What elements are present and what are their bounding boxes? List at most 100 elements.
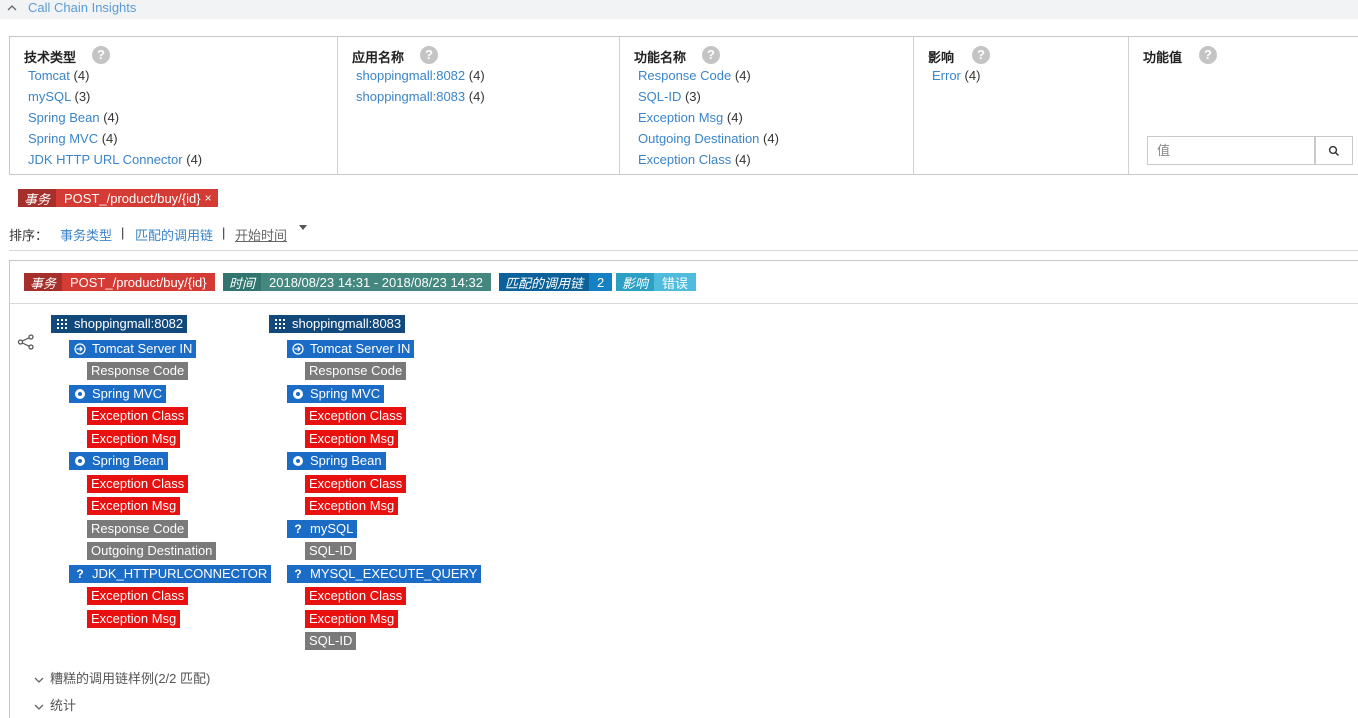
help-icon[interactable]: ? <box>702 46 720 64</box>
panel-title[interactable]: Call Chain Insights <box>28 0 136 15</box>
component-node[interactable]: Tomcat Server IN <box>69 340 197 358</box>
error-node[interactable]: Exception Msg <box>305 610 399 628</box>
topology-icon[interactable] <box>17 334 35 350</box>
chip-value: POST_/product/buy/{id} <box>62 273 215 291</box>
chip-value: POST_/product/buy/{id} <box>56 189 205 207</box>
facet-item[interactable]: shoppingmall:8082 (4) <box>356 67 485 84</box>
attribute-node[interactable]: Response Code <box>305 362 407 380</box>
attribute-node[interactable]: Response Code <box>87 520 189 538</box>
section-bad-chain-samples[interactable]: 糟糕的调用链样例(2/2 匹配) <box>33 668 210 687</box>
component-node[interactable]: ? JDK_HTTPURLCONNECTOR <box>69 565 272 583</box>
attribute-label: Response Code <box>91 363 185 378</box>
facet-item[interactable]: Spring MVC (4) <box>28 130 118 147</box>
facet-feature-name: 功能名称 ? Response Code (4) SQL-ID (3) Exce… <box>620 37 914 174</box>
chip-value: 2 <box>589 273 613 291</box>
sort-option-start-time[interactable]: 开始时间 <box>235 225 287 244</box>
facet-item[interactable]: Exception Msg (4) <box>638 109 743 126</box>
component-node[interactable]: Tomcat Server IN <box>287 340 415 358</box>
attribute-label: SQL-ID <box>309 543 353 558</box>
error-label: Exception Class <box>309 588 403 603</box>
error-label: Exception Msg <box>309 498 395 513</box>
error-label: Exception Msg <box>309 611 395 626</box>
facet-header: 影响 <box>928 50 955 65</box>
facet-item[interactable]: SQL-ID (3) <box>638 88 701 105</box>
error-node[interactable]: Exception Class <box>305 587 407 605</box>
facet-impact: 影响 ? Error (4) <box>914 37 1129 174</box>
chip-value: 2018/08/23 14:31 - 2018/08/23 14:32 <box>261 273 491 291</box>
attribute-node[interactable]: Response Code <box>87 362 189 380</box>
error-node[interactable]: Exception Class <box>87 407 189 425</box>
error-node[interactable]: Exception Class <box>87 587 189 605</box>
help-icon[interactable]: ? <box>420 46 438 64</box>
facet-header: 功能值 <box>1143 50 1183 65</box>
enter-icon <box>73 342 87 356</box>
error-label: Exception Class <box>91 476 185 491</box>
sort-separator: | <box>121 225 125 240</box>
facet-item[interactable]: Tomcat (4) <box>28 67 89 84</box>
chip-key: 事务 <box>24 273 63 291</box>
sort-option-matched-chains[interactable]: 匹配的调用链 <box>135 225 213 244</box>
chip-key: 匹配的调用链 <box>499 273 590 291</box>
error-node[interactable]: Exception Class <box>305 475 407 493</box>
component-label: Spring Bean <box>92 453 164 468</box>
error-label: Exception Msg <box>91 498 177 513</box>
component-label: MYSQL_EXECUTE_QUERY <box>310 566 478 581</box>
chip-key: 影响 <box>616 273 655 291</box>
component-node[interactable]: ? MYSQL_EXECUTE_QUERY <box>287 565 482 583</box>
question-icon: ? <box>76 567 84 581</box>
error-node[interactable]: Exception Msg <box>87 497 181 515</box>
facet-item[interactable]: shoppingmall:8083 (4) <box>356 88 485 105</box>
facet-item[interactable]: Exception Class (4) <box>638 151 751 168</box>
sort-direction-caret-icon[interactable] <box>299 225 307 230</box>
component-node[interactable]: Spring Bean <box>69 452 168 470</box>
divider <box>9 250 1358 251</box>
error-label: Exception Class <box>91 588 185 603</box>
facet-item[interactable]: JDK HTTP URL Connector (4) <box>28 151 202 168</box>
attribute-node[interactable]: SQL-ID <box>305 542 357 560</box>
facet-header: 应用名称 <box>352 50 405 65</box>
error-label: Exception Class <box>309 408 403 423</box>
facet-item[interactable]: Response Code (4) <box>638 67 751 84</box>
error-label: Exception Class <box>309 476 403 491</box>
error-node[interactable]: Exception Class <box>305 407 407 425</box>
error-node[interactable]: Exception Msg <box>305 497 399 515</box>
app-grid-icon <box>55 317 69 331</box>
chevron-up-icon[interactable] <box>6 2 18 14</box>
facet-item[interactable]: Error (4) <box>932 67 980 84</box>
help-icon[interactable]: ? <box>1199 46 1217 64</box>
component-node[interactable]: Spring Bean <box>287 452 386 470</box>
chip-key: 事务 <box>18 189 57 207</box>
facet-item[interactable]: mySQL (3) <box>28 88 90 105</box>
error-node[interactable]: Exception Msg <box>87 610 181 628</box>
error-node[interactable]: Exception Class <box>87 475 189 493</box>
component-node[interactable]: Spring MVC <box>69 385 167 403</box>
sort-label: 排序： <box>9 228 49 243</box>
divider <box>9 303 1358 304</box>
result-chip-matched-chains: 匹配的调用链 2 <box>499 273 613 291</box>
attribute-node[interactable]: Outgoing Destination <box>87 542 217 560</box>
section-statistics[interactable]: 统计 <box>33 695 76 714</box>
error-node[interactable]: Exception Msg <box>305 430 399 448</box>
error-node[interactable]: Exception Msg <box>87 430 181 448</box>
help-icon[interactable]: ? <box>92 46 110 64</box>
component-node[interactable]: ? mySQL <box>287 520 358 538</box>
app-node-label: shoppingmall:8082 <box>74 316 184 331</box>
facet-item[interactable]: Outgoing Destination (4) <box>638 130 779 147</box>
chevron-down-icon <box>34 704 44 710</box>
app-node[interactable]: shoppingmall:8083 <box>269 315 406 333</box>
error-label: Exception Class <box>91 408 185 423</box>
component-label: Spring MVC <box>310 386 381 401</box>
attribute-node[interactable]: SQL-ID <box>305 632 357 650</box>
value-search-button[interactable] <box>1315 136 1353 165</box>
result-chip-transaction: 事务 POST_/product/buy/{id} <box>24 273 215 291</box>
panel-header[interactable]: Call Chain Insights <box>0 0 1358 19</box>
help-icon[interactable]: ? <box>972 46 990 64</box>
app-node[interactable]: shoppingmall:8082 <box>51 315 188 333</box>
error-label: Exception Msg <box>309 431 395 446</box>
component-node[interactable]: Spring MVC <box>287 385 385 403</box>
remove-filter-icon[interactable]: × <box>204 189 218 207</box>
value-search-input[interactable] <box>1147 136 1315 165</box>
error-label: Exception Msg <box>91 611 177 626</box>
facet-item[interactable]: Spring Bean (4) <box>28 109 119 126</box>
sort-option-transaction-type[interactable]: 事务类型 <box>60 225 112 244</box>
